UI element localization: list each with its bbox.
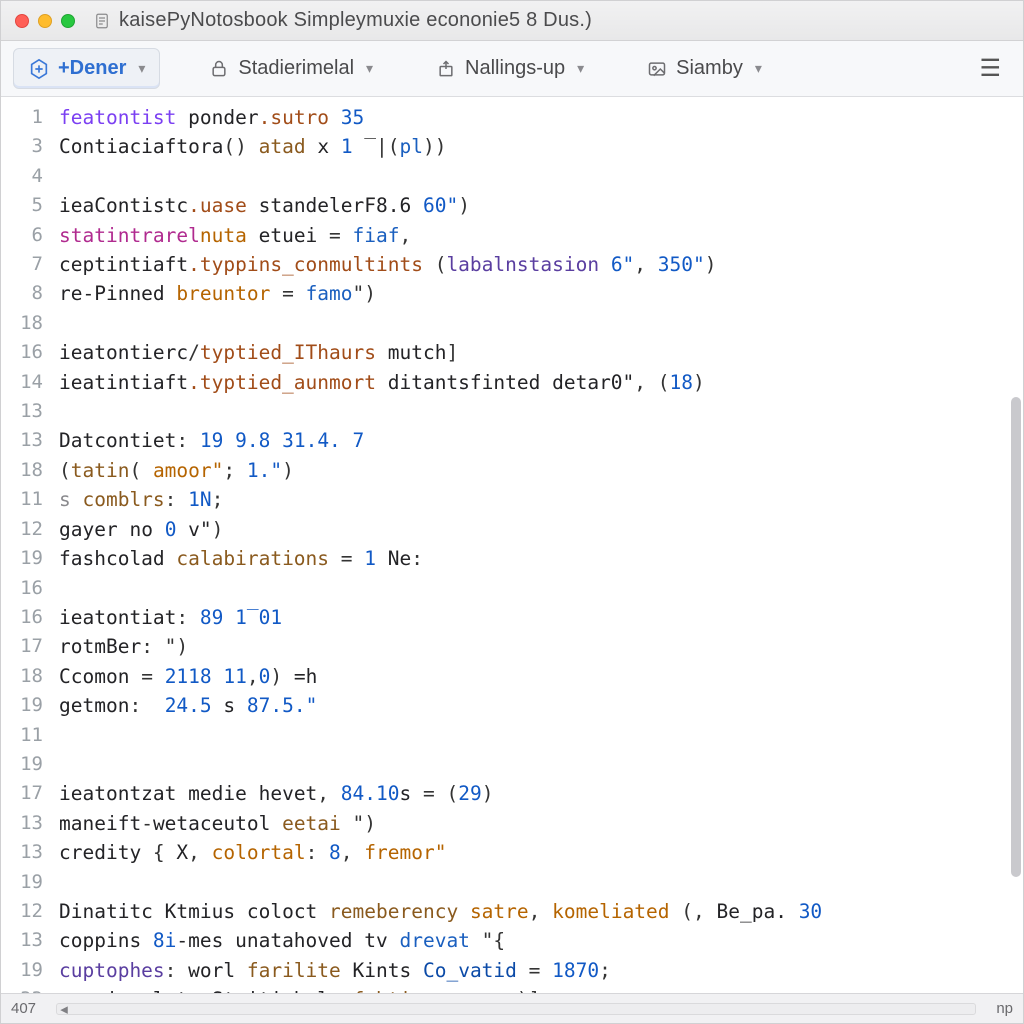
export-icon <box>435 58 457 80</box>
horizontal-scrollbar[interactable]: ◂ <box>56 1003 976 1015</box>
line-number: 12 <box>1 897 55 926</box>
code-line[interactable]: Dinatitc Ktmius coloct remeberency satre… <box>59 897 1017 926</box>
line-number: 7 <box>1 250 55 279</box>
code-area[interactable]: featontist ponder.sutro 35Contiaciaftora… <box>55 97 1023 993</box>
line-number: 11 <box>1 721 55 750</box>
line-number: 8 <box>1 279 55 308</box>
code-line[interactable] <box>59 397 1017 426</box>
line-number: 3 <box>1 132 55 161</box>
chevron-down-icon: ▾ <box>755 60 762 77</box>
menu-label: Siamby <box>676 57 743 80</box>
code-line[interactable]: re-Pinned breuntor = famo") <box>59 279 1017 308</box>
code-line[interactable] <box>59 574 1017 603</box>
chevron-down-icon: ▾ <box>366 60 373 77</box>
stadierimelal-menu[interactable]: Stadierimelal ▾ <box>194 49 387 88</box>
line-number: 16 <box>1 603 55 632</box>
line-number: 16 <box>1 338 55 367</box>
siamby-menu[interactable]: Siamby ▾ <box>632 49 776 88</box>
line-number: 19 <box>1 544 55 573</box>
code-line[interactable]: cuptophes: worl farilite Kints Co_vatid … <box>59 956 1017 985</box>
line-number: 19 <box>1 956 55 985</box>
code-line[interactable]: ieatontzat medie hevet, 84.10s = (29) <box>59 779 1017 808</box>
chevron-down-icon: ▾ <box>577 60 584 77</box>
chevron-down-icon: ▾ <box>138 60 145 77</box>
menu-label: Stadierimelal <box>238 57 354 80</box>
line-number: 13 <box>1 426 55 455</box>
code-line[interactable]: featontist ponder.sutro 35 <box>59 103 1017 132</box>
editor[interactable]: 1345678181614131318111219161617181911191… <box>1 97 1023 993</box>
zoom-icon[interactable] <box>61 14 75 28</box>
line-number: 17 <box>1 779 55 808</box>
line-number: 6 <box>1 221 55 250</box>
toolbar: +Dener ▾ Stadierimelal ▾ Nallings-up ▾ S… <box>1 41 1023 97</box>
line-gutter: 1345678181614131318111219161617181911191… <box>1 97 55 993</box>
code-line[interactable]: ieatontiat: 89 1‾01 <box>59 603 1017 632</box>
line-number: 16 <box>1 574 55 603</box>
code-line[interactable]: fashcolad calabirations = 1 Ne: <box>59 544 1017 573</box>
code-line[interactable]: statintrarelnuta etuei = fiaf, <box>59 221 1017 250</box>
code-line[interactable]: ieaContistc.uase standelerF8.6 60") <box>59 191 1017 220</box>
line-number: 18 <box>1 309 55 338</box>
line-number: 18 <box>1 456 55 485</box>
nallings-up-menu[interactable]: Nallings-up ▾ <box>421 49 598 88</box>
lock-icon <box>208 58 230 80</box>
line-number: 12 <box>1 515 55 544</box>
code-line[interactable]: (tatin( amoor"; 1.") <box>59 456 1017 485</box>
code-line[interactable]: parrignulate Staitichal efebtique acc.a)… <box>59 985 1017 993</box>
new-button-label: +Dener <box>58 57 126 80</box>
statusbar: 407 ◂ np <box>1 993 1023 1023</box>
close-icon[interactable] <box>15 14 29 28</box>
status-left: 407 <box>11 1000 36 1017</box>
code-line[interactable]: Contiaciaftora() atad x 1 ‾|(pl)) <box>59 132 1017 161</box>
code-line[interactable]: rotmBer: ") <box>59 632 1017 661</box>
menu-label: Nallings-up <box>465 57 565 80</box>
document-icon <box>93 12 111 30</box>
line-number: 33 <box>1 985 55 993</box>
line-number: 17 <box>1 632 55 661</box>
window-controls <box>15 14 75 28</box>
code-line[interactable] <box>59 721 1017 750</box>
code-line[interactable]: Ccomon = 2118 11,0) =h <box>59 662 1017 691</box>
line-number: 18 <box>1 662 55 691</box>
line-number: 1 <box>1 103 55 132</box>
status-right: np <box>996 1000 1013 1017</box>
code-line[interactable]: credity { X, colortal: 8, fremor" <box>59 838 1017 867</box>
new-button[interactable]: +Dener ▾ <box>13 48 160 89</box>
plus-hexagon-icon <box>28 58 50 80</box>
code-line[interactable]: getmon: 24.5 s 87.5." <box>59 691 1017 720</box>
line-number: 13 <box>1 838 55 867</box>
code-line[interactable]: ceptintiaft.typpins_conmultints (labalns… <box>59 250 1017 279</box>
code-line[interactable] <box>59 868 1017 897</box>
line-number: 19 <box>1 868 55 897</box>
line-number: 4 <box>1 162 55 191</box>
line-number: 19 <box>1 750 55 779</box>
code-line[interactable]: s comblrs: 1N; <box>59 485 1017 514</box>
code-line[interactable]: Datcontiet: 19 9.8 31.4. 7 <box>59 426 1017 455</box>
line-number: 5 <box>1 191 55 220</box>
line-number: 19 <box>1 691 55 720</box>
code-line[interactable] <box>59 750 1017 779</box>
code-line[interactable] <box>59 162 1017 191</box>
minimize-icon[interactable] <box>38 14 52 28</box>
image-icon <box>646 58 668 80</box>
line-number: 13 <box>1 809 55 838</box>
code-line[interactable]: ieatintiaft.typtied_aunmort ditantsfinte… <box>59 368 1017 397</box>
titlebar: kaisePyNotosbook Simpleymuxie econonie5 … <box>1 1 1023 41</box>
window-title: kaisePyNotosbook Simpleymuxie econonie5 … <box>119 9 592 32</box>
chevron-left-icon: ◂ <box>59 1005 69 1013</box>
code-line[interactable]: coppins 8i-mes unatahoved tv drevat "{ <box>59 926 1017 955</box>
line-number: 13 <box>1 397 55 426</box>
code-line[interactable]: gayer no 0 v") <box>59 515 1017 544</box>
hamburger-menu[interactable]: ☰ <box>969 48 1011 89</box>
app-window: kaisePyNotosbook Simpleymuxie econonie5 … <box>0 0 1024 1024</box>
line-number: 11 <box>1 485 55 514</box>
vertical-scrollbar[interactable] <box>1011 397 1021 877</box>
code-line[interactable] <box>59 309 1017 338</box>
code-line[interactable]: ieatontierc/typtied_IThaurs mutch] <box>59 338 1017 367</box>
code-line[interactable]: maneift-wetaceutol eetai ") <box>59 809 1017 838</box>
line-number: 14 <box>1 368 55 397</box>
line-number: 13 <box>1 926 55 955</box>
